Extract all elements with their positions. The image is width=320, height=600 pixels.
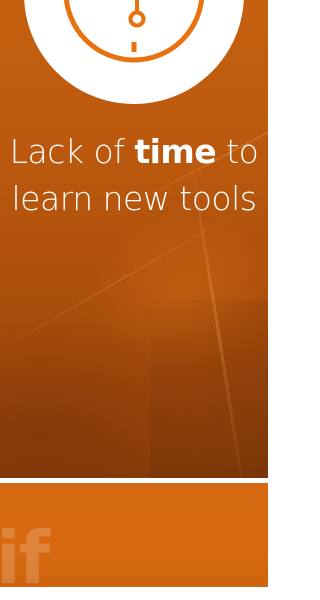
headline-text-start: Lack of <box>9 132 135 171</box>
headline-emphasis: time <box>134 132 217 171</box>
headline: Lack of time to learn new tools <box>0 128 268 222</box>
stopwatch-tick <box>131 42 137 52</box>
stopwatch-icon <box>24 0 244 104</box>
watermark-text: if <box>0 516 50 600</box>
background-shade <box>150 300 268 490</box>
